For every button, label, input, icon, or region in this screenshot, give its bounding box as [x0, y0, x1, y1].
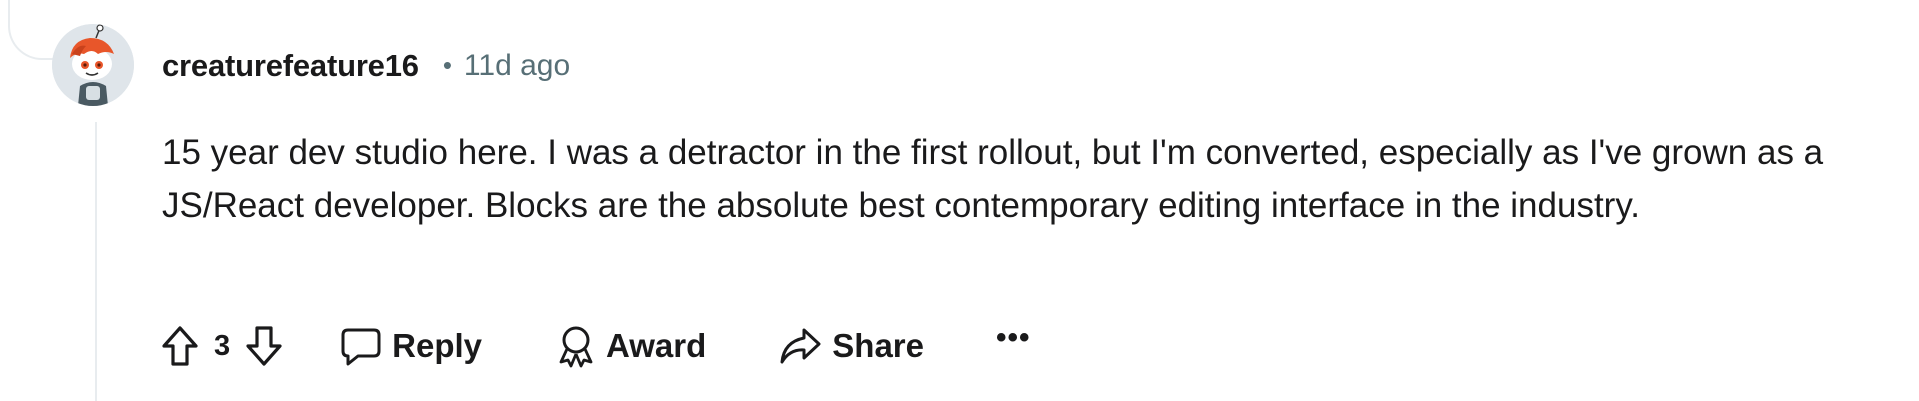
share-label: Share: [832, 327, 924, 364]
reply-label: Reply: [392, 327, 483, 364]
vote-group: 3: [160, 324, 284, 368]
comment-text: 15 year dev studio here. I was a detract…: [162, 133, 1824, 225]
arrow-down-outline-icon: [246, 326, 282, 366]
award-ribbon-icon: [559, 326, 593, 368]
arrow-up-outline-icon: [162, 326, 198, 366]
reply-button[interactable]: Reply: [340, 326, 482, 366]
avatar[interactable]: [52, 24, 134, 106]
thread-connector: [8, 0, 58, 60]
comment-header: creaturefeature16 • 11d ago: [162, 44, 570, 88]
timestamp[interactable]: 11d ago: [464, 49, 570, 83]
speech-bubble-icon: [341, 328, 381, 366]
share-arrow-icon: [780, 328, 821, 364]
award-button[interactable]: Award: [556, 324, 706, 368]
comment: creaturefeature16 • 11d ago 15 year dev …: [0, 0, 1919, 401]
avatar-snoo-icon: [52, 24, 134, 106]
share-button[interactable]: Share: [778, 326, 924, 366]
award-label: Award: [606, 327, 707, 364]
thread-line[interactable]: [95, 122, 97, 401]
downvote-button[interactable]: [244, 324, 284, 368]
upvote-button[interactable]: [160, 324, 200, 368]
vote-count: 3: [214, 329, 231, 362]
action-bar: 3 Reply Award Share •••: [160, 318, 1031, 374]
ellipsis-icon: •••: [996, 321, 1031, 354]
comment-body: 15 year dev studio here. I was a detract…: [162, 126, 1902, 232]
more-options-button[interactable]: •••: [996, 321, 1031, 355]
username[interactable]: creaturefeature16: [162, 48, 419, 84]
meta-separator: •: [442, 49, 452, 80]
